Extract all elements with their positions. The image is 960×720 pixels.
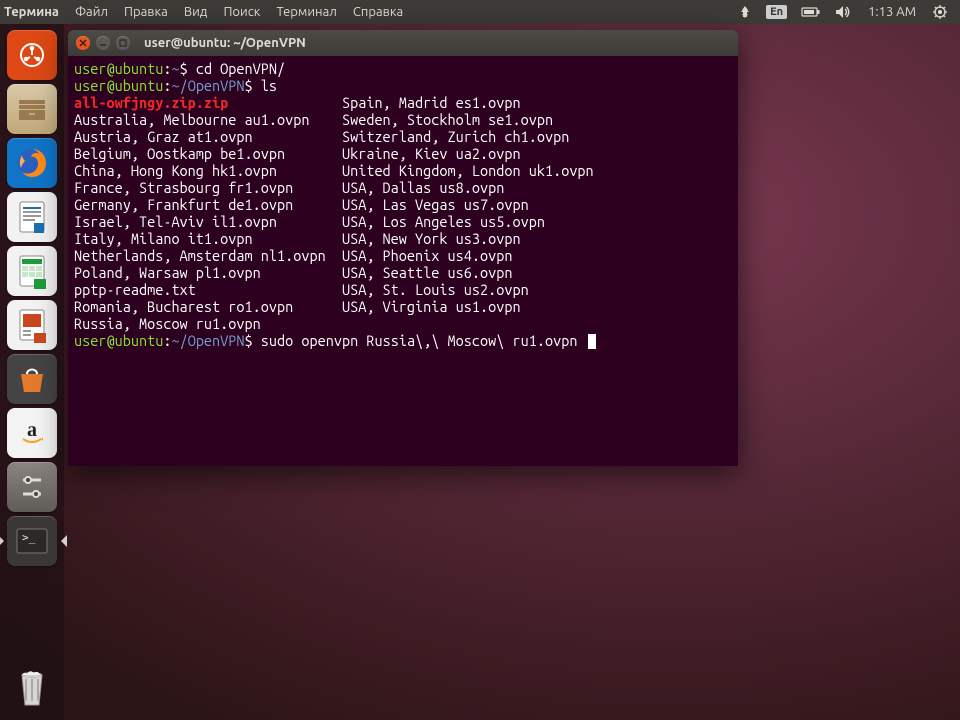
terminal-line: Belgium, Oostkamp be1.ovpn Ukraine, Kiev…: [74, 145, 732, 162]
terminal-body[interactable]: user@ubuntu:~$ cd OpenVPN/user@ubuntu:~/…: [68, 56, 738, 466]
unity-launcher: a >_: [0, 24, 64, 720]
terminal-window: user@ubuntu: ~/OpenVPN user@ubuntu:~$ cd…: [68, 30, 738, 466]
files-icon[interactable]: [7, 84, 57, 134]
terminal-line: Austria, Graz at1.ovpn Switzerland, Zuri…: [74, 128, 732, 145]
sound-indicator-icon[interactable]: [828, 5, 858, 19]
terminal-line: Germany, Frankfurt de1.ovpn USA, Las Veg…: [74, 196, 732, 213]
terminal-line: Australia, Melbourne au1.ovpn Sweden, St…: [74, 111, 732, 128]
terminal-line: France, Strasbourg fr1.ovpn USA, Dallas …: [74, 179, 732, 196]
window-title: user@ubuntu: ~/OpenVPN: [144, 36, 306, 50]
terminal-icon[interactable]: >_: [7, 516, 57, 566]
firefox-icon[interactable]: [7, 138, 57, 188]
menu-edit[interactable]: Правка: [116, 5, 176, 19]
svg-text:>_: >_: [22, 531, 36, 544]
svg-text:a: a: [27, 419, 37, 441]
app-name: Термина: [0, 5, 67, 19]
cursor: [588, 334, 596, 349]
clock[interactable]: 1:13 AM: [858, 5, 926, 19]
terminal-line: pptp-readme.txt USA, St. Louis us2.ovpn: [74, 281, 732, 298]
writer-icon[interactable]: [7, 192, 57, 242]
terminal-line: user@ubuntu:~/OpenVPN$ ls: [74, 77, 732, 94]
dash-icon[interactable]: [7, 30, 57, 80]
terminal-line: Romania, Bucharest ro1.ovpn USA, Virgini…: [74, 298, 732, 315]
software-center-icon[interactable]: [7, 354, 57, 404]
menu-search[interactable]: Поиск: [215, 5, 268, 19]
settings-icon[interactable]: [7, 462, 57, 512]
terminal-line: Russia, Moscow ru1.ovpn: [74, 315, 732, 332]
top-menubar: Термина Файл Правка Вид Поиск Терминал С…: [0, 0, 960, 24]
minimize-icon[interactable]: [96, 36, 110, 50]
impress-icon[interactable]: [7, 300, 57, 350]
menu-terminal[interactable]: Терминал: [268, 5, 344, 19]
network-indicator-icon[interactable]: [731, 5, 759, 19]
terminal-line: Israel, Tel-Aviv il1.ovpn USA, Los Angel…: [74, 213, 732, 230]
window-titlebar[interactable]: user@ubuntu: ~/OpenVPN: [68, 30, 738, 56]
terminal-line: user@ubuntu:~/OpenVPN$ sudo openvpn Russ…: [74, 332, 732, 349]
maximize-icon[interactable]: [116, 36, 130, 50]
battery-indicator-icon[interactable]: [794, 6, 828, 18]
menu-view[interactable]: Вид: [176, 5, 216, 19]
terminal-line: Italy, Milano it1.ovpn USA, New York us3…: [74, 230, 732, 247]
language-indicator[interactable]: En: [759, 5, 794, 19]
terminal-line: all-owfjngy.zip.zip Spain, Madrid es1.ov…: [74, 94, 732, 111]
menu-file[interactable]: Файл: [67, 5, 116, 19]
trash-icon[interactable]: [7, 662, 57, 712]
menu-help[interactable]: Справка: [345, 5, 411, 19]
terminal-line: Netherlands, Amsterdam nl1.ovpn USA, Pho…: [74, 247, 732, 264]
calc-icon[interactable]: [7, 246, 57, 296]
amazon-icon[interactable]: a: [7, 408, 57, 458]
terminal-line: China, Hong Kong hk1.ovpn United Kingdom…: [74, 162, 732, 179]
session-indicator-icon[interactable]: [926, 5, 954, 19]
terminal-line: user@ubuntu:~$ cd OpenVPN/: [74, 60, 732, 77]
terminal-line: Poland, Warsaw pl1.ovpn USA, Seattle us6…: [74, 264, 732, 281]
close-icon[interactable]: [76, 36, 90, 50]
